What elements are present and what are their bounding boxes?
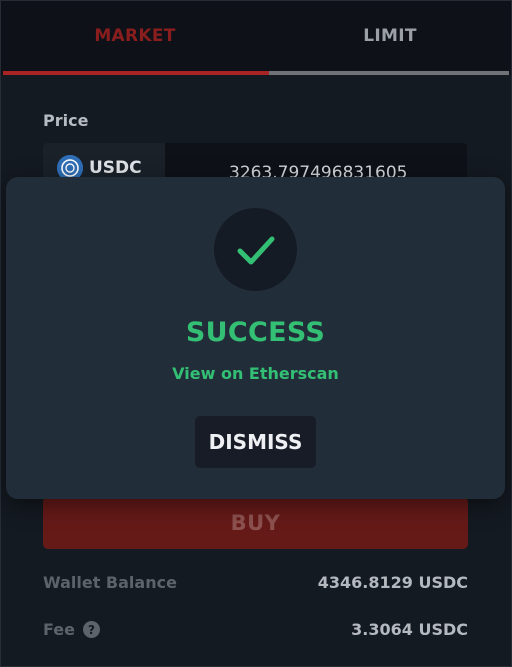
wallet-balance-label: Wallet Balance bbox=[43, 573, 177, 592]
buy-button[interactable]: BUY bbox=[43, 497, 468, 549]
wallet-balance-value: 4346.8129 USDC bbox=[317, 573, 468, 592]
success-title: SUCCESS bbox=[185, 317, 326, 348]
fee-value: 3.3064 USDC bbox=[351, 620, 468, 639]
wallet-balance-row: Wallet Balance 4346.8129 USDC bbox=[43, 573, 468, 592]
tab-limit[interactable]: LIMIT bbox=[269, 1, 511, 71]
success-modal: SUCCESS View on Etherscan DISMISS bbox=[6, 177, 505, 499]
view-on-etherscan-link[interactable]: View on Etherscan bbox=[6, 364, 505, 383]
token-name: USDC bbox=[89, 158, 142, 178]
help-icon[interactable]: ? bbox=[82, 621, 100, 638]
trade-panel: MARKET LIMIT Price USDC 3263.79749683160… bbox=[0, 0, 512, 667]
fee-label-group: Fee ? bbox=[43, 620, 100, 639]
tab-market-indicator bbox=[3, 71, 269, 75]
dismiss-button[interactable]: DISMISS bbox=[195, 416, 316, 468]
fee-label: Fee bbox=[43, 620, 75, 639]
price-label: Price bbox=[43, 111, 89, 130]
check-icon bbox=[214, 208, 297, 291]
tab-market[interactable]: MARKET bbox=[1, 1, 269, 71]
order-type-tabs: MARKET LIMIT bbox=[1, 1, 511, 75]
fee-row: Fee ? 3.3064 USDC bbox=[43, 620, 468, 639]
tab-limit-indicator bbox=[269, 71, 509, 75]
